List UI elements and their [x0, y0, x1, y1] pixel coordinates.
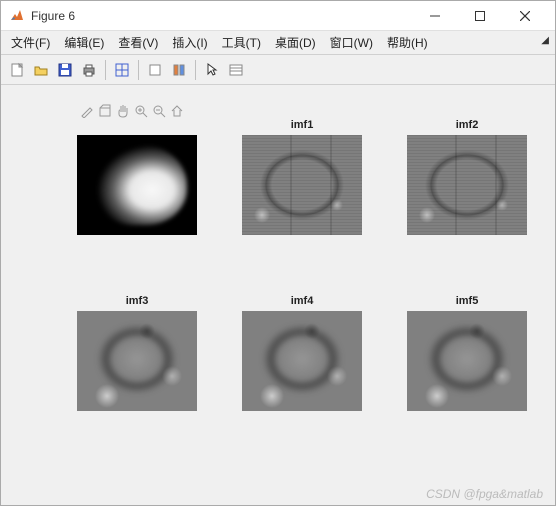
subplot-2-3: imf5 — [407, 295, 527, 411]
menu-file[interactable]: 文件(F) — [5, 32, 56, 53]
subplot-2-2: imf4 — [242, 295, 362, 411]
print-button[interactable] — [77, 58, 101, 82]
titlebar[interactable]: Figure 6 — [1, 1, 555, 31]
subplot-image-original[interactable] — [77, 135, 197, 235]
toolbar-separator — [195, 60, 196, 80]
figure-window: Figure 6 文件(F) 编辑(E) 查看(V) 插入(I) 工具(T) 桌… — [0, 0, 556, 506]
menu-view[interactable]: 查看(V) — [112, 32, 164, 53]
subplot-grid: imf1 imf2 imf3 imf4 imf5 — [77, 119, 527, 411]
subplot-image-imf2[interactable] — [407, 135, 527, 235]
home-icon[interactable] — [169, 103, 185, 119]
subplot-1-3: imf2 — [407, 119, 527, 235]
matlab-icon — [9, 8, 25, 24]
menu-window[interactable]: 窗口(W) — [324, 32, 379, 53]
open-button[interactable] — [29, 58, 53, 82]
brush-icon[interactable] — [79, 103, 95, 119]
menu-edit[interactable]: 编辑(E) — [58, 32, 110, 53]
menu-insert[interactable]: 插入(I) — [166, 32, 213, 53]
menu-help[interactable]: 帮助(H) — [381, 32, 434, 53]
window-controls — [412, 2, 547, 30]
save-button[interactable] — [53, 58, 77, 82]
menu-tools[interactable]: 工具(T) — [216, 32, 267, 53]
watermark: CSDN @fpga&matlab — [426, 487, 543, 501]
subplot-2-1: imf3 — [77, 295, 197, 411]
subplot-title: imf5 — [456, 295, 479, 309]
subplot-image-imf3[interactable] — [77, 311, 197, 411]
menu-desktop[interactable]: 桌面(D) — [269, 32, 322, 53]
subplot-image-imf5[interactable] — [407, 311, 527, 411]
minimize-button[interactable] — [412, 2, 457, 30]
linkplot-button[interactable] — [143, 58, 167, 82]
close-button[interactable] — [502, 2, 547, 30]
pointer-button[interactable] — [200, 58, 224, 82]
subplot-image-imf4[interactable] — [242, 311, 362, 411]
toolbar — [1, 55, 555, 85]
maximize-button[interactable] — [457, 2, 502, 30]
subplot-title: imf2 — [456, 119, 479, 133]
subplot-title: imf4 — [291, 295, 314, 309]
axes-toolbar — [79, 103, 185, 119]
subplot-1-2: imf1 — [242, 119, 362, 235]
subplot-image-imf1[interactable] — [242, 135, 362, 235]
subplot-title: imf1 — [291, 119, 314, 133]
subplot-1-1 — [77, 119, 197, 235]
zoomout-icon[interactable] — [151, 103, 167, 119]
property-panel-button[interactable] — [224, 58, 248, 82]
toolbar-separator — [105, 60, 106, 80]
colorbar-button[interactable] — [167, 58, 191, 82]
window-title: Figure 6 — [31, 9, 412, 23]
pan-icon[interactable] — [115, 103, 131, 119]
menubar-overflow-icon[interactable]: ◢ — [541, 35, 549, 46]
zoomin-icon[interactable] — [133, 103, 149, 119]
figure-canvas: imf1 imf2 imf3 imf4 imf5 CSDN @fpga&matl… — [1, 85, 555, 505]
menubar: 文件(F) 编辑(E) 查看(V) 插入(I) 工具(T) 桌面(D) 窗口(W… — [1, 31, 555, 55]
datacursor-button[interactable] — [110, 58, 134, 82]
subplot-title: imf3 — [126, 295, 149, 309]
new-figure-button[interactable] — [5, 58, 29, 82]
toolbar-separator — [138, 60, 139, 80]
rotate-icon[interactable] — [97, 103, 113, 119]
